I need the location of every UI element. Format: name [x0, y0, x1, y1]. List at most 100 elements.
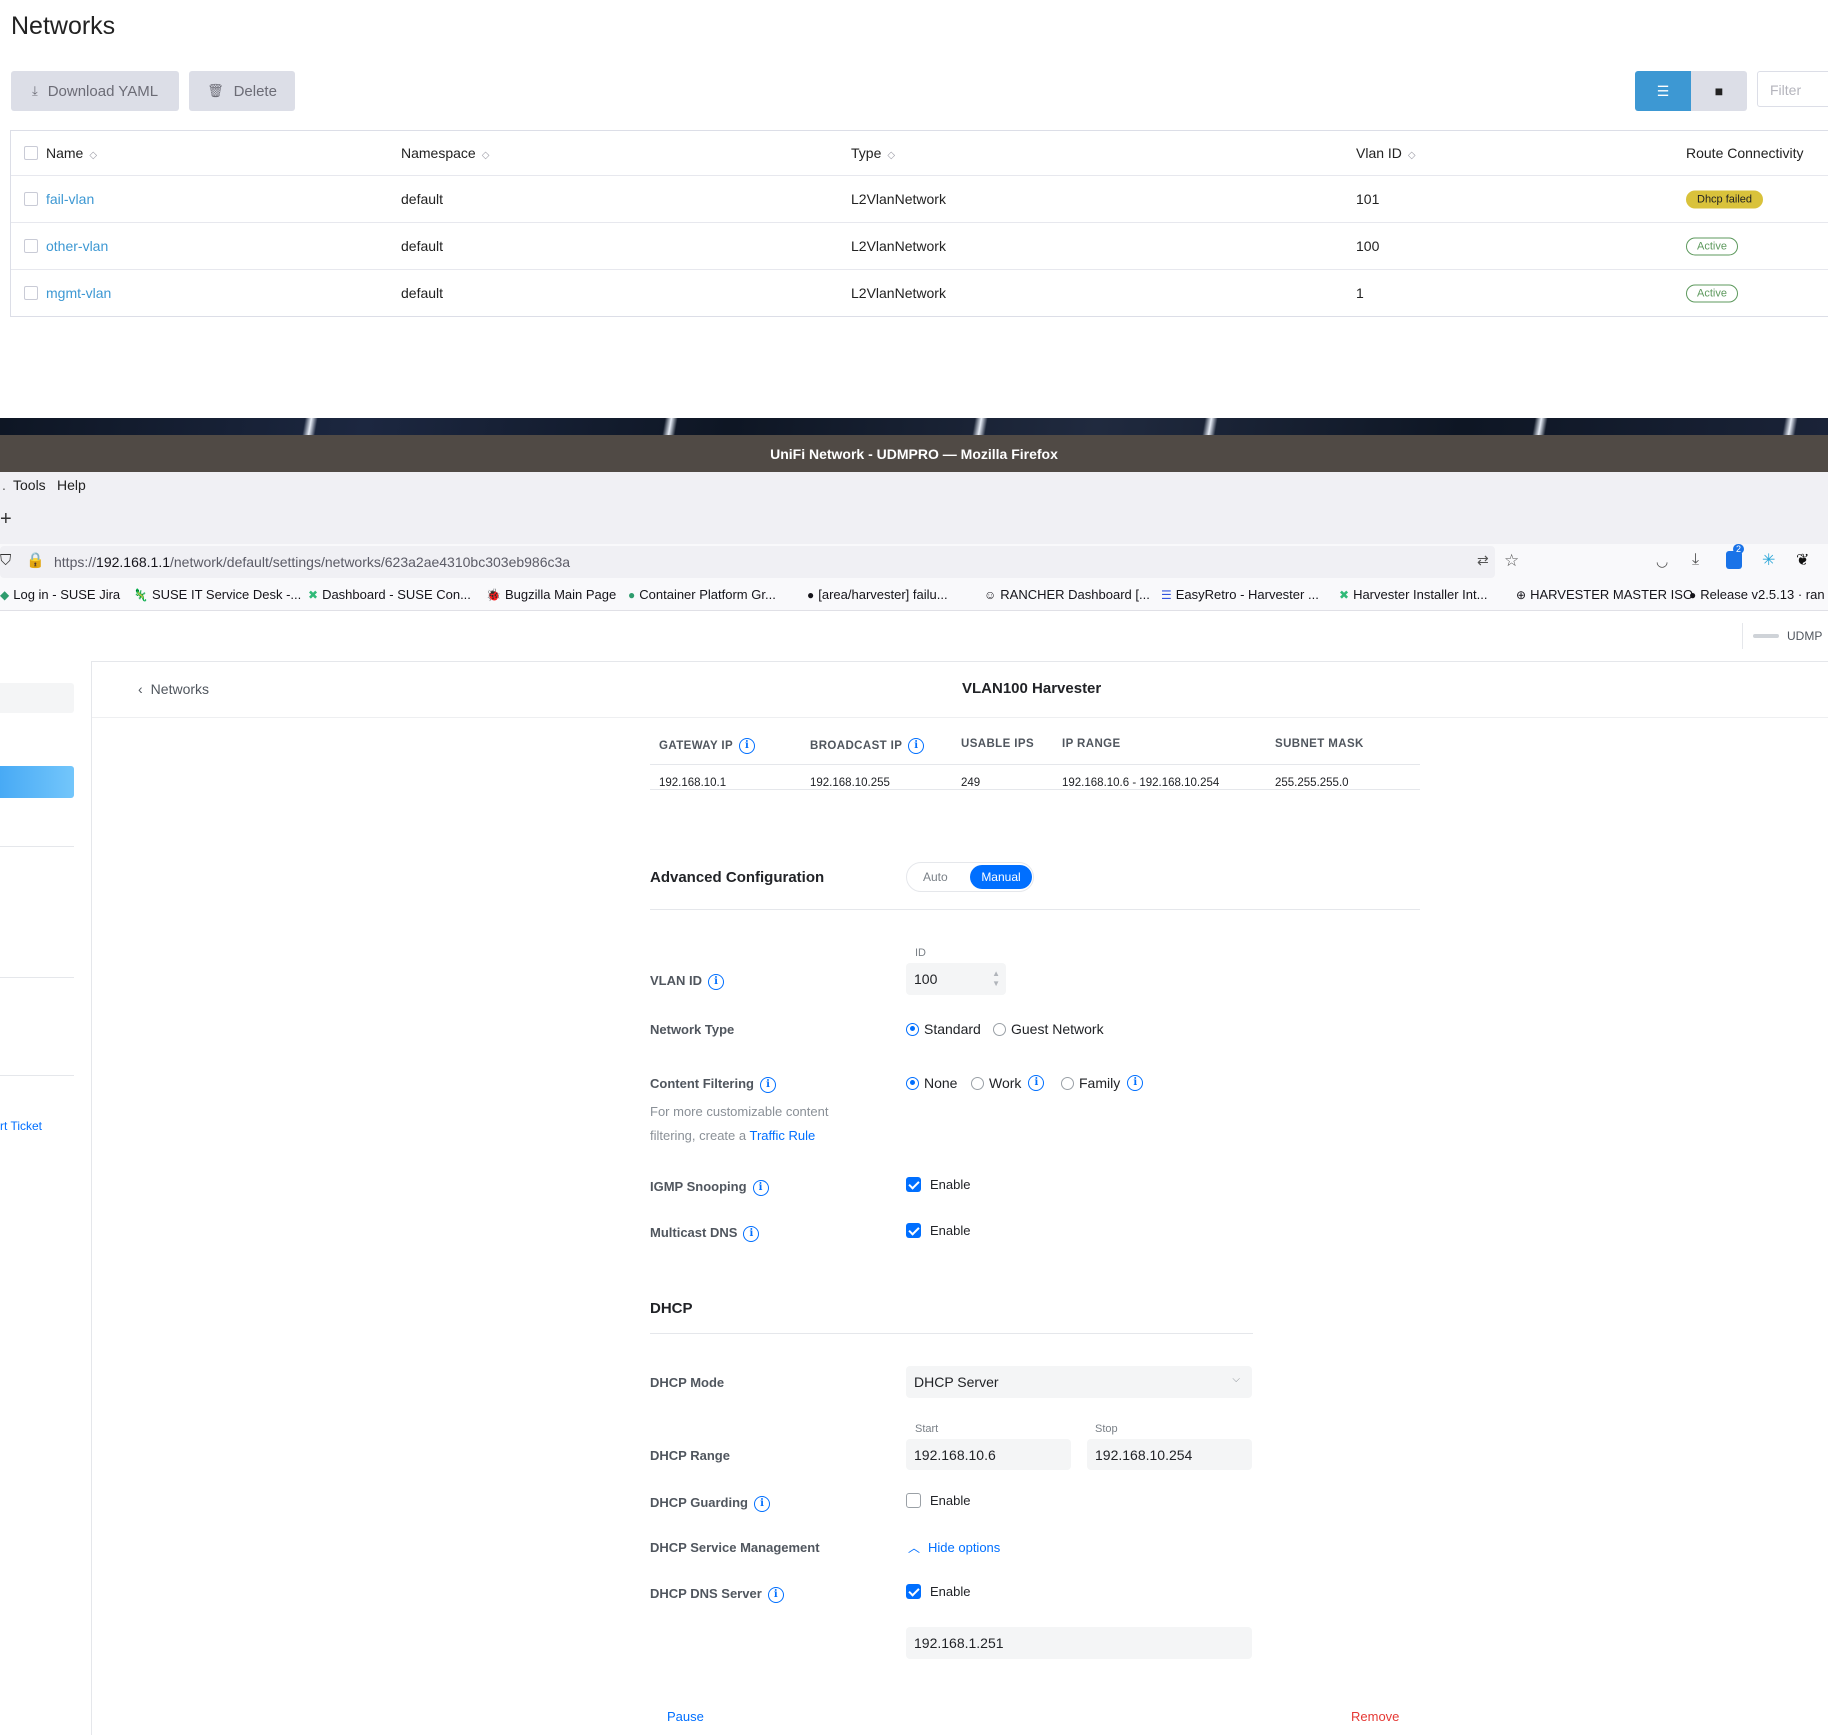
unifi-page: UDMP rt Ticket ‹ Networks VLAN100 Harves…	[0, 611, 1828, 1735]
info-icon: i	[752, 1179, 769, 1196]
filtering-none[interactable]: None	[906, 1075, 957, 1091]
console-selector[interactable]: UDMP	[1742, 623, 1828, 649]
auto-option[interactable]: Auto	[923, 870, 948, 884]
igmp-enable-checkbox[interactable]: Enable	[906, 1177, 970, 1192]
network-name-link[interactable]: mgmt-vlan	[46, 285, 111, 301]
checkbox-checked[interactable]	[906, 1177, 921, 1192]
select-all-checkbox[interactable]	[24, 146, 38, 160]
filtering-family[interactable]: Family i	[1061, 1075, 1144, 1091]
dhcp-mode-select[interactable]: DHCP Server ⌵	[906, 1366, 1252, 1398]
dhcp-start-caption: Start	[915, 1423, 939, 1435]
network-name-link[interactable]: other-vlan	[46, 238, 108, 254]
summary-header: BROADCAST IP i	[810, 738, 925, 754]
support-ticket-link[interactable]: rt Ticket	[0, 1119, 42, 1133]
row-checkbox[interactable]	[24, 239, 38, 253]
shield-icon[interactable]: ⛉	[0, 552, 11, 569]
pocket-icon[interactable]: ◡	[1656, 553, 1668, 570]
namespace-cell: default	[401, 238, 444, 254]
extension-icon-2[interactable]: ❦	[1796, 550, 1809, 570]
bookmark-item[interactable]: ☰ EasyRetro - Harvester ...	[1161, 587, 1319, 602]
column-header-vlan-id[interactable]: Vlan ID ◇	[1356, 145, 1416, 161]
url-field[interactable]: ⛉ 🔒 https://192.168.1.1/network/default/…	[0, 546, 1519, 578]
dhcp-guarding-checkbox[interactable]: Enable	[906, 1493, 970, 1508]
info-icon: i	[739, 738, 756, 754]
checkbox-checked[interactable]	[906, 1584, 921, 1599]
row-checkbox[interactable]	[24, 192, 38, 206]
chevron-down-icon: ⌵	[1232, 1374, 1240, 1385]
row-checkbox[interactable]	[24, 286, 38, 300]
dhcp-mode-value: DHCP Server	[914, 1374, 999, 1390]
table-row: fail-vlan default L2VlanNetwork 101 Dhcp…	[11, 176, 1828, 223]
summary-header: GATEWAY IP i	[659, 738, 756, 754]
column-header-type[interactable]: Type ◇	[851, 145, 895, 161]
downloads-icon[interactable]: ⤓	[1692, 551, 1699, 569]
download-yaml-button[interactable]: ⤓ Download YAML	[11, 71, 179, 111]
column-header-namespace[interactable]: Namespace ◇	[401, 145, 489, 161]
bookmark-item[interactable]: ● Container Platform Gr...	[628, 587, 776, 602]
back-to-networks[interactable]: ‹ Networks	[138, 681, 209, 697]
bookmark-item[interactable]: ● Release v2.5.13 · ran	[1689, 587, 1825, 602]
delete-button[interactable]: 🗑 Delete	[189, 71, 295, 111]
radio-unselected[interactable]	[1061, 1076, 1074, 1090]
bookmark-item[interactable]: 🐞 Bugzilla Main Page	[486, 587, 616, 602]
rancher-networks-panel: Networks ⤓ Download YAML 🗑 Delete ☰ ■ Fi…	[0, 0, 1828, 418]
bookmark-item[interactable]: ☺ RANCHER Dashboard [...	[984, 587, 1150, 602]
network-type-standard[interactable]: Standard	[906, 1021, 981, 1037]
info-icon[interactable]: i	[1028, 1075, 1045, 1091]
sidebar-item-active[interactable]	[0, 766, 74, 798]
unifi-top-bar: UDMP	[0, 611, 1828, 662]
dhcp-dns-server-input[interactable]: 192.168.1.251	[906, 1627, 1252, 1659]
network-type-guest[interactable]: Guest Network	[993, 1021, 1104, 1037]
table-row: mgmt-vlan default L2VlanNetwork 1 Active	[11, 270, 1828, 316]
stepper-arrows-icon[interactable]: ▲ ▼	[992, 969, 1000, 989]
bookmark-item[interactable]: ◆ Log in - SUSE Jira	[0, 587, 120, 602]
delete-label: Delete	[233, 82, 277, 100]
bookmark-star-icon[interactable]: ☆	[1504, 551, 1519, 571]
info-icon: i	[708, 973, 724, 990]
pause-button[interactable]: Pause	[667, 1709, 704, 1724]
info-icon[interactable]: i	[1127, 1075, 1144, 1091]
info-icon: i	[760, 1076, 776, 1093]
bookmark-item[interactable]: ✖ Harvester Installer Int...	[1339, 587, 1487, 602]
status-badge: Active	[1686, 284, 1738, 303]
dhcp-range-start-input[interactable]: 192.168.10.6	[906, 1439, 1071, 1470]
bookmark-item[interactable]: 🦎 SUSE IT Service Desk -...	[133, 587, 301, 602]
dhcp-dns-enable-checkbox[interactable]: Enable	[906, 1584, 970, 1599]
menu-tools[interactable]: Tools	[13, 477, 46, 493]
desktop-wallpaper-strip	[0, 418, 1828, 435]
lock-icon[interactable]: 🔒	[26, 551, 45, 569]
list-icon: ☰	[1656, 82, 1670, 99]
radio-selected[interactable]	[906, 1076, 919, 1090]
bookmark-item[interactable]: ● [area/harvester] failu...	[807, 587, 948, 602]
asterisk-extension-icon[interactable]: ✳	[1762, 550, 1775, 570]
url-host: 192.168.1.1	[96, 554, 170, 570]
traffic-rule-link[interactable]: Traffic Rule	[749, 1128, 815, 1143]
list-view-toggle[interactable]: ☰	[1635, 71, 1691, 111]
hide-options-toggle[interactable]: ︿ Hide options	[908, 1539, 1000, 1556]
bookmark-item[interactable]: ⊕ HARVESTER MASTER ISO	[1516, 587, 1693, 602]
radio-unselected[interactable]	[971, 1076, 984, 1090]
column-header-name[interactable]: Name ◇	[46, 145, 97, 161]
summary-header: IP RANGE	[1062, 738, 1121, 750]
group-view-toggle[interactable]: ■	[1691, 71, 1747, 111]
radio-selected[interactable]	[906, 1022, 919, 1036]
manual-option[interactable]: Manual	[970, 865, 1032, 889]
dhcp-range-stop-input[interactable]: 192.168.10.254	[1087, 1439, 1252, 1470]
mdns-enable-checkbox[interactable]: Enable	[906, 1223, 970, 1238]
new-tab-plus-icon[interactable]: +	[0, 508, 12, 531]
menu-help[interactable]: Help	[57, 477, 86, 493]
radio-unselected[interactable]	[993, 1022, 1006, 1036]
filter-input[interactable]: Filter	[1757, 71, 1828, 107]
checkbox-checked[interactable]	[906, 1223, 921, 1238]
sort-icon: ◇	[89, 150, 98, 161]
bookmark-item[interactable]: ✖ Dashboard - SUSE Con...	[308, 587, 471, 602]
network-name-link[interactable]: fail-vlan	[46, 191, 94, 207]
summary-value: 249	[961, 777, 981, 789]
vlan-id-input[interactable]: 100 ▲ ▼	[906, 963, 1006, 995]
filtering-work[interactable]: Work i	[971, 1075, 1045, 1091]
checkbox-unchecked[interactable]	[906, 1493, 921, 1508]
remove-button[interactable]: Remove	[1351, 1709, 1399, 1724]
translate-icon[interactable]: ⇄	[1477, 552, 1489, 569]
summary-header: SUBNET MASK	[1275, 738, 1364, 750]
sidebar-search[interactable]	[0, 683, 74, 713]
